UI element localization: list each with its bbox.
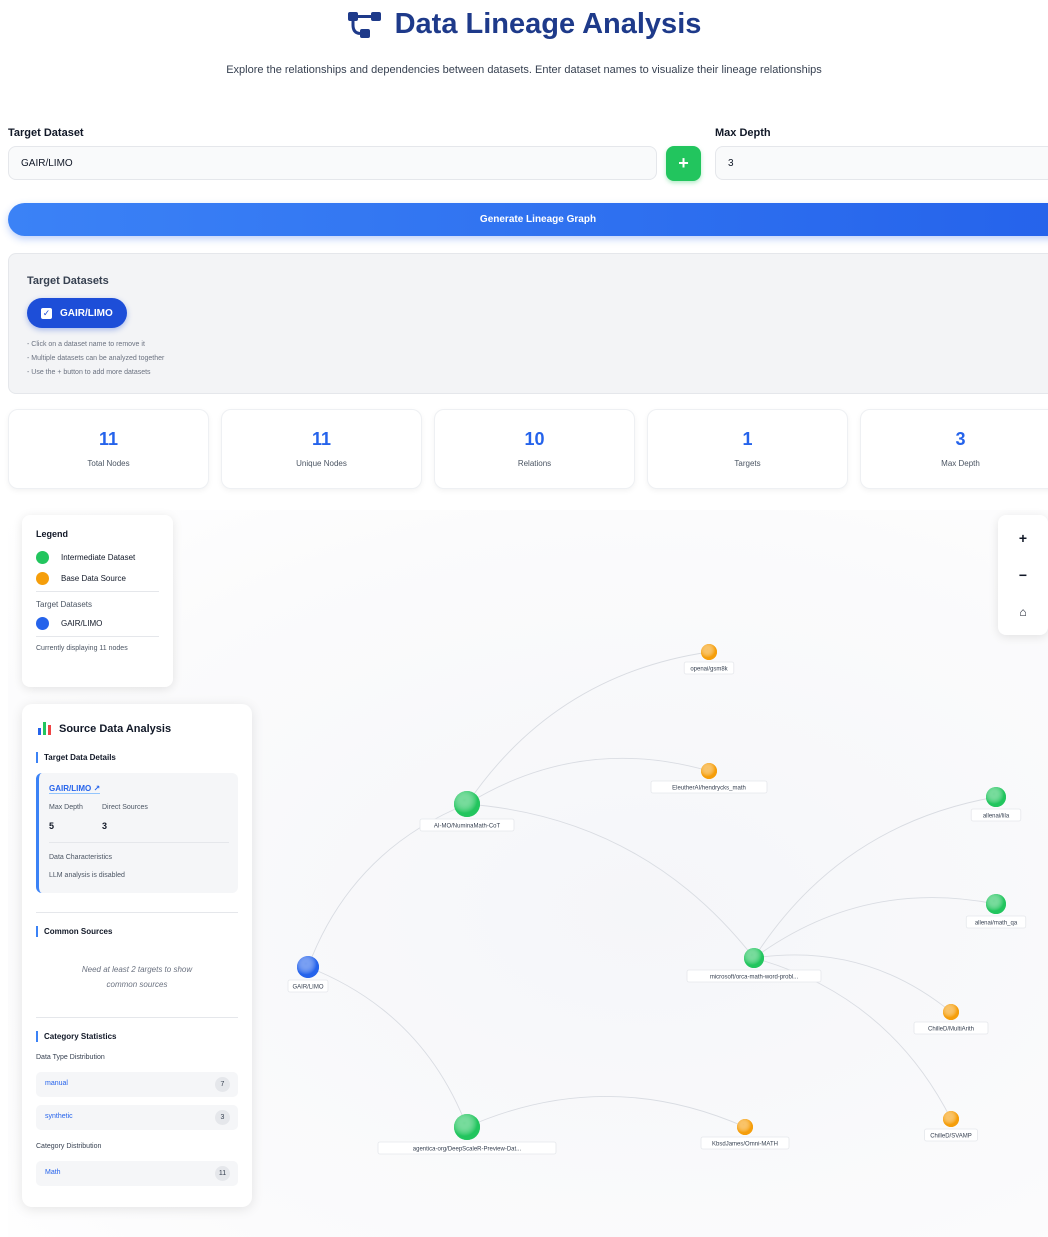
section-divider xyxy=(36,1017,238,1018)
node-label: allenai/lila xyxy=(983,814,1010,820)
data-type-row-manual[interactable]: manual 7 xyxy=(36,1072,238,1097)
node-hendrycks[interactable]: EleutherAI/hendrycks_math xyxy=(650,763,768,794)
direct-sources-value: 3 xyxy=(102,821,108,831)
target-details-heading: Target Data Details xyxy=(36,752,116,763)
category-stats-heading: Category Statistics xyxy=(36,1031,116,1042)
edge-limo-deepscale xyxy=(307,966,468,1128)
source-analysis-panel: Source Data Analysis Target Data Details… xyxy=(22,704,252,1207)
legend-intermediate-label: Intermediate Dataset xyxy=(61,552,136,562)
detail-divider xyxy=(49,842,229,843)
characteristics-value: LLM analysis is disabled xyxy=(49,872,125,879)
target-detail-link[interactable]: GAIR/LIMO ↗ xyxy=(49,784,101,794)
node-label: AI-MO/NuminaMath-CoT xyxy=(434,824,501,830)
legend-target-item: GAIR/LIMO xyxy=(36,615,159,631)
node-gsm8k[interactable]: openai/gsm8k xyxy=(683,644,735,675)
node-label: microsoft/orca-math-word-probl... xyxy=(710,975,799,981)
max-depth-key: Max Depth xyxy=(49,804,83,811)
dist-count-badge: 7 xyxy=(215,1077,230,1092)
node-label: KbsdJames/Omni-MATH xyxy=(712,1142,778,1148)
legend-title: Legend xyxy=(36,529,69,539)
common-msg-line: common sources xyxy=(106,980,168,989)
node-label: ChilleD/MultiArith xyxy=(928,1027,974,1033)
node-shine xyxy=(454,1114,480,1140)
node-multiarith[interactable]: ChilleD/MultiArith xyxy=(913,1004,989,1035)
node-shine xyxy=(701,763,717,779)
node-label: EleutherAI/hendrycks_math xyxy=(672,786,746,792)
dist-name: Math xyxy=(45,1169,61,1176)
target-detail-card: GAIR/LIMO ↗ Max Depth Direct Sources 5 3… xyxy=(36,773,238,893)
node-label: GAIR/LIMO xyxy=(292,985,323,991)
orange-dot-icon xyxy=(36,571,49,585)
analysis-title: Source Data Analysis xyxy=(59,722,172,735)
node-shine xyxy=(986,894,1006,914)
node-omni[interactable]: KbsdJames/Omni-MATH xyxy=(700,1119,790,1150)
analysis-header: Source Data Analysis xyxy=(38,722,171,735)
node-label: openai/gsm8k xyxy=(690,667,728,673)
legend-footer: Currently displaying 11 nodes xyxy=(36,645,128,652)
common-msg-line: Need at least 2 targets to show xyxy=(81,965,193,974)
node-label: allenai/math_qa xyxy=(975,921,1018,927)
dist-name: manual xyxy=(45,1080,68,1087)
data-type-dist-label: Data Type Distribution xyxy=(36,1054,105,1061)
node-shine xyxy=(943,1111,959,1127)
node-mathqa[interactable]: allenai/math_qa xyxy=(965,894,1027,929)
node-shine xyxy=(744,948,764,968)
common-sources-heading: Common Sources xyxy=(36,926,112,937)
legend-base-label: Base Data Source xyxy=(61,573,126,583)
node-svamp[interactable]: ChilleD/SVAMP xyxy=(924,1111,978,1142)
zoom-out-button[interactable]: − xyxy=(1007,562,1039,588)
edge-orca-lila xyxy=(753,796,997,959)
node-shine xyxy=(986,787,1006,807)
category-row-math[interactable]: Math 11 xyxy=(36,1161,238,1186)
legend-panel: Legend Intermediate Dataset Base Data So… xyxy=(22,515,173,687)
node-numina[interactable]: AI-MO/NuminaMath-CoT xyxy=(419,791,515,832)
zoom-in-button[interactable]: + xyxy=(1007,525,1039,551)
node-lila[interactable]: allenai/lila xyxy=(970,787,1022,822)
edge-deepscale-omni xyxy=(466,1095,746,1128)
node-orca[interactable]: microsoft/orca-math-word-probl... xyxy=(686,948,822,983)
section-divider xyxy=(36,912,238,913)
node-shine xyxy=(297,956,319,978)
node-label: ChilleD/SVAMP xyxy=(930,1134,972,1140)
node-shine xyxy=(737,1119,753,1135)
node-deepscale[interactable]: agentica-org/DeepScaleR-Preview-Dat... xyxy=(377,1114,557,1155)
common-sources-empty: Need at least 2 targets to show common s… xyxy=(36,962,238,992)
legend-divider xyxy=(36,636,159,637)
blue-dot-icon xyxy=(36,616,49,630)
characteristics-key: Data Characteristics xyxy=(49,854,113,861)
node-shine xyxy=(943,1004,959,1020)
node-limo[interactable]: GAIR/LIMO xyxy=(287,956,329,993)
dist-count-badge: 11 xyxy=(215,1166,230,1181)
zoom-controls: + − ⌂ xyxy=(998,515,1048,635)
node-shine xyxy=(701,644,717,660)
legend-target-label: GAIR/LIMO xyxy=(61,618,103,628)
max-depth-value: 5 xyxy=(49,821,55,831)
dist-count-badge: 3 xyxy=(215,1110,230,1125)
legend-base: Base Data Source xyxy=(36,570,159,586)
node-shine xyxy=(454,791,480,817)
home-icon[interactable]: ⌂ xyxy=(1007,599,1039,625)
category-dist-label: Category Distribution xyxy=(36,1143,102,1150)
node-label: agentica-org/DeepScaleR-Preview-Dat... xyxy=(413,1147,522,1153)
legend-targets-title: Target Datasets xyxy=(36,600,93,609)
legend-intermediate: Intermediate Dataset xyxy=(36,549,159,565)
bar-chart-icon xyxy=(38,722,51,735)
green-dot-icon xyxy=(36,550,49,564)
edge-orca-mathqa xyxy=(753,897,997,959)
legend-divider xyxy=(36,591,159,592)
direct-sources-key: Direct Sources xyxy=(102,804,148,811)
dist-name: synthetic xyxy=(45,1113,73,1120)
data-type-row-synthetic[interactable]: synthetic 3 xyxy=(36,1105,238,1130)
